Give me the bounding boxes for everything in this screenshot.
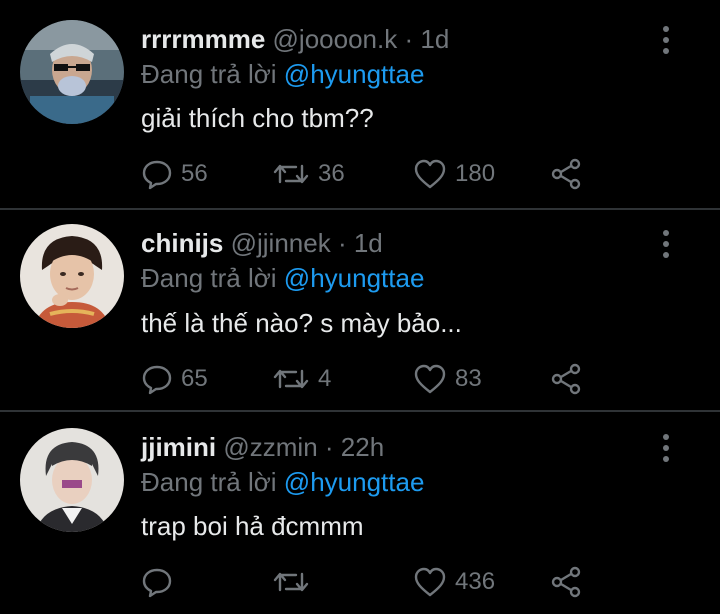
- reply-feed: rrrrmmme @joooon.k · 1d Đang trả lời @hy…: [0, 0, 720, 614]
- timestamp[interactable]: 1d: [354, 228, 383, 258]
- retweet-count: 4: [318, 365, 332, 392]
- replying-to-label: Đang trả lời: [141, 467, 277, 497]
- reply-icon: [141, 158, 173, 190]
- share-button[interactable]: [550, 564, 582, 600]
- retweet-button[interactable]: [272, 564, 318, 600]
- timestamp[interactable]: 22h: [341, 432, 384, 462]
- avatar[interactable]: [20, 224, 124, 328]
- retweet-count: 36: [318, 160, 345, 187]
- separator: ·: [324, 432, 334, 462]
- tweet[interactable]: jjimini @zzmin · 22h Đang trả lời @hyung…: [0, 412, 720, 614]
- display-name[interactable]: chinijs: [141, 228, 223, 258]
- share-icon: [550, 158, 582, 190]
- tweet-header: chinijs @jjinnek · 1d: [141, 228, 383, 258]
- more-vertical-icon[interactable]: [656, 228, 676, 260]
- like-button[interactable]: 83: [413, 361, 482, 397]
- handle[interactable]: @joooon.k: [273, 24, 398, 54]
- heart-icon: [413, 363, 447, 395]
- action-bar: 65 4 83: [141, 361, 611, 397]
- replying-to: Đang trả lời @hyungttae: [141, 263, 424, 293]
- share-button[interactable]: [550, 156, 582, 192]
- replying-to-handle[interactable]: @hyungttae: [284, 263, 425, 293]
- tweet-text: giải thích cho tbm??: [141, 103, 374, 133]
- reply-icon: [141, 566, 173, 598]
- reply-button[interactable]: [141, 564, 181, 600]
- like-button[interactable]: 180: [413, 156, 495, 192]
- reply-button[interactable]: 65: [141, 361, 208, 397]
- retweet-icon: [272, 363, 310, 395]
- display-name[interactable]: rrrrmmme: [141, 24, 265, 54]
- separator: ·: [404, 24, 414, 54]
- replying-to-handle[interactable]: @hyungttae: [284, 59, 425, 89]
- timestamp[interactable]: 1d: [420, 24, 449, 54]
- retweet-icon: [272, 158, 310, 190]
- replying-to-handle[interactable]: @hyungttae: [284, 467, 425, 497]
- tweet-header: jjimini @zzmin · 22h: [141, 432, 384, 462]
- replying-to-label: Đang trả lời: [141, 59, 277, 89]
- handle[interactable]: @zzmin: [223, 432, 317, 462]
- avatar[interactable]: [20, 428, 124, 532]
- tweet-text: thế là thế nào? s mày bảo...: [141, 308, 462, 338]
- retweet-button[interactable]: 36: [272, 156, 345, 192]
- more-vertical-icon[interactable]: [656, 24, 676, 56]
- reply-icon: [141, 363, 173, 395]
- separator: ·: [337, 228, 347, 258]
- tweet-header: rrrrmmme @joooon.k · 1d: [141, 24, 449, 54]
- action-bar: 56 36 180: [141, 156, 611, 192]
- tweet[interactable]: rrrrmmme @joooon.k · 1d Đang trả lời @hy…: [0, 0, 720, 208]
- heart-icon: [413, 566, 447, 598]
- like-button[interactable]: 436: [413, 564, 495, 600]
- reply-count: 65: [181, 365, 208, 392]
- share-icon: [550, 363, 582, 395]
- more-vertical-icon[interactable]: [656, 432, 676, 464]
- tweet-text: trap boi hả đcmmm: [141, 511, 364, 541]
- reply-button[interactable]: 56: [141, 156, 208, 192]
- reply-count: 56: [181, 160, 208, 187]
- replying-to: Đang trả lời @hyungttae: [141, 59, 424, 89]
- handle[interactable]: @jjinnek: [231, 228, 331, 258]
- avatar[interactable]: [20, 20, 124, 124]
- like-count: 83: [455, 365, 482, 392]
- share-button[interactable]: [550, 361, 582, 397]
- heart-icon: [413, 158, 447, 190]
- like-count: 180: [455, 160, 496, 187]
- like-count: 436: [455, 568, 496, 595]
- retweet-icon: [272, 566, 310, 598]
- retweet-button[interactable]: 4: [272, 361, 331, 397]
- replying-to: Đang trả lời @hyungttae: [141, 467, 424, 497]
- share-icon: [550, 566, 582, 598]
- display-name[interactable]: jjimini: [141, 432, 216, 462]
- tweet[interactable]: chinijs @jjinnek · 1d Đang trả lời @hyun…: [0, 210, 720, 410]
- action-bar: 436: [141, 564, 611, 600]
- replying-to-label: Đang trả lời: [141, 263, 277, 293]
